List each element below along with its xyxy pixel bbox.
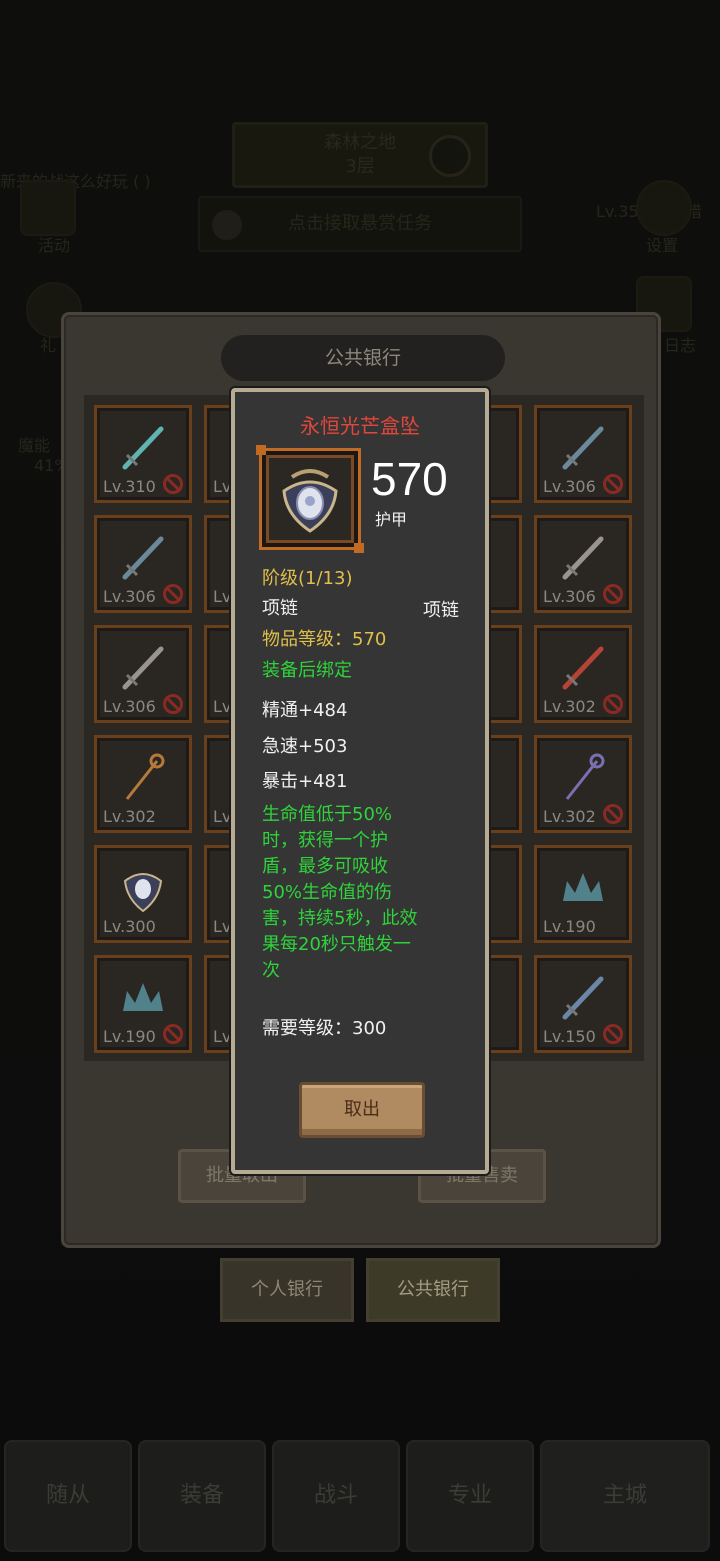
blade-icon — [562, 536, 604, 580]
bank-slot[interactable]: Lv.310 — [94, 405, 192, 503]
slot-level: Lv.300 — [103, 917, 156, 936]
amulet-icon — [282, 469, 338, 533]
bank-slot[interactable]: Lv.306 — [534, 515, 632, 613]
nav-profession[interactable]: 专业 — [406, 1440, 534, 1552]
item-tier: 阶级(1/13) — [262, 568, 353, 589]
effect-line: 盾，最多可吸收 — [262, 856, 388, 877]
bank-slot[interactable]: Lv.302 — [94, 735, 192, 833]
item-icon-frame — [256, 445, 364, 553]
sword-icon — [562, 976, 604, 1020]
item-armor-value: 570 — [371, 453, 448, 505]
effect-line: 次 — [262, 960, 280, 981]
nav-followers[interactable]: 随从 — [4, 1440, 132, 1552]
slot-level: Lv.302 — [543, 697, 596, 716]
effect-line: 生命值低于50% — [262, 804, 393, 825]
not-tradeable-icon — [163, 694, 183, 714]
slot-level: Lv.302 — [543, 807, 596, 826]
sword-icon — [122, 426, 164, 470]
take-out-button[interactable]: 取出 — [299, 1082, 425, 1138]
effect-line: 时，获得一个护 — [262, 830, 388, 851]
not-tradeable-icon — [163, 1024, 183, 1044]
not-tradeable-icon — [603, 1024, 623, 1044]
not-tradeable-icon — [163, 584, 183, 604]
bank-title: 公共银行 — [221, 335, 505, 381]
required-level: 需要等级：300 — [262, 1018, 387, 1039]
bottom-nav: 随从 装备 战斗 专业 主城 — [0, 1440, 720, 1561]
blade-icon — [122, 646, 164, 690]
amulet-icon — [123, 872, 163, 912]
stat-crit: 暴击+481 — [262, 771, 348, 792]
blade-icon — [562, 646, 604, 690]
not-tradeable-icon — [603, 584, 623, 604]
effect-line: 害，持续5秒，此效 — [262, 908, 418, 929]
slot-level: Lv.306 — [103, 697, 156, 716]
bank-slot[interactable]: Lv.306 — [534, 405, 632, 503]
item-effect-text: 生命值低于50% 时，获得一个护 盾，最多可吸收 50%生命值的伤 害，持续5秒… — [262, 802, 442, 984]
slot-level: Lv.306 — [543, 477, 596, 496]
staff-icon — [565, 753, 605, 800]
nav-battle[interactable]: 战斗 — [272, 1440, 400, 1552]
slot-level: Lv.190 — [543, 917, 596, 936]
bank-slot[interactable]: Lv.302 — [534, 735, 632, 833]
item-level: 物品等级：570 — [262, 629, 387, 650]
item-bind-status: 装备后绑定 — [262, 660, 352, 681]
effect-line: 果每20秒只触发一 — [262, 934, 411, 955]
item-slot-right: 项链 — [423, 600, 459, 621]
tab-public-bank[interactable]: 公共银行 — [366, 1258, 500, 1322]
bank-slot[interactable]: Lv.300 — [94, 845, 192, 943]
crown-icon — [123, 982, 163, 1011]
slot-level: Lv.306 — [543, 587, 596, 606]
stat-mastery: 精通+484 — [262, 700, 348, 721]
trident-icon — [125, 753, 165, 800]
dagger-icon — [122, 536, 164, 580]
nav-equipment[interactable]: 装备 — [138, 1440, 266, 1552]
slot-level: Lv.302 — [103, 807, 156, 826]
item-name: 永恒光芒盒坠 — [300, 414, 420, 438]
tab-personal-bank[interactable]: 个人银行 — [220, 1258, 354, 1322]
bank-slot[interactable]: Lv.190 — [534, 845, 632, 943]
stat-haste: 急速+503 — [262, 736, 348, 757]
dagger-icon — [562, 426, 604, 470]
not-tradeable-icon — [163, 474, 183, 494]
slot-level: Lv.190 — [103, 1027, 156, 1046]
bank-slot[interactable]: Lv.302 — [534, 625, 632, 723]
bank-slot[interactable]: Lv.190 — [94, 955, 192, 1053]
slot-level: Lv.306 — [103, 587, 156, 606]
item-tooltip: 永恒光芒盒坠 570 护甲 阶级(1/13) 项链 项链 物品等级：570 装备… — [231, 388, 489, 1174]
item-value-type: 护甲 — [375, 510, 408, 529]
slot-level: Lv.150 — [543, 1027, 596, 1046]
bank-slot[interactable]: Lv.306 — [94, 625, 192, 723]
effect-line: 50%生命值的伤 — [262, 882, 393, 903]
bank-tabs: 个人银行 公共银行 — [220, 1258, 500, 1322]
not-tradeable-icon — [603, 804, 623, 824]
crown-icon — [563, 872, 603, 901]
bank-slot[interactable]: Lv.150 — [534, 955, 632, 1053]
not-tradeable-icon — [603, 474, 623, 494]
bank-slot[interactable]: Lv.306 — [94, 515, 192, 613]
slot-level: Lv.310 — [103, 477, 156, 496]
nav-main-city[interactable]: 主城 — [540, 1440, 710, 1552]
not-tradeable-icon — [603, 694, 623, 714]
item-slot-left: 项链 — [262, 598, 298, 619]
